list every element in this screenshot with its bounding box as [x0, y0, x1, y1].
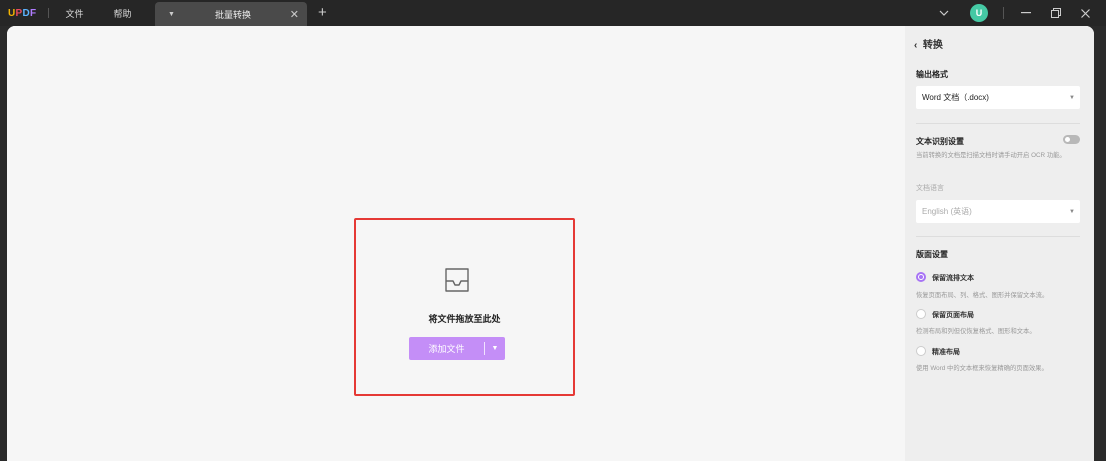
output-format-value: Word 文档（.docx) [922, 93, 989, 102]
close-icon[interactable]: ✕ [290, 8, 299, 21]
drop-zone-highlight[interactable]: 将文件拖放至此处 添加文件 ▼ [354, 218, 575, 396]
drop-area[interactable]: 将文件拖放至此处 添加文件 ▼ [7, 26, 905, 461]
output-format-label: 输出格式 [916, 70, 948, 79]
layout-option-desc: 恢复页面布局、列、格式、图形并保留文本流。 [916, 292, 1049, 299]
layout-settings-label: 版面设置 [916, 250, 948, 259]
document-language-select[interactable]: English (英语) ▼ [916, 200, 1080, 223]
divider [916, 236, 1080, 237]
chevron-left-icon: ‹ [914, 40, 918, 51]
layout-option-desc: 使用 Word 中的文本框来恢复精确的页面效果。 [916, 365, 1048, 372]
minimize-icon[interactable] [1016, 0, 1036, 26]
tab-batch-convert[interactable]: ▼ 批量转换 ✕ [155, 2, 307, 26]
divider [916, 123, 1080, 124]
convert-settings-panel: ‹ 转换 输出格式 Word 文档（.docx) ▼ 文本识别设置 当前转换的文… [905, 26, 1094, 461]
document-language-value: English (英语) [922, 207, 972, 216]
restore-icon[interactable] [1046, 0, 1066, 26]
tab-title: 批量转换 [215, 9, 252, 20]
add-file-button[interactable]: 添加文件 ▼ [409, 337, 505, 360]
menu-help[interactable]: 帮助 [113, 7, 131, 20]
menu-file[interactable]: 文件 [65, 7, 83, 20]
ocr-toggle[interactable] [1063, 135, 1080, 144]
inbox-tray-icon [442, 266, 472, 294]
avatar[interactable]: U [970, 4, 988, 22]
main-frame: 将文件拖放至此处 添加文件 ▼ ‹ 转换 输出格式 Word 文档（.docx)… [7, 26, 1094, 461]
panel-title: 转换 [922, 40, 943, 51]
drop-instructions: 将文件拖放至此处 [428, 314, 501, 324]
chevron-down-icon: ▼ [1069, 208, 1075, 215]
app-logo: UPDF [8, 7, 37, 19]
chevron-down-icon[interactable]: ▼ [485, 345, 505, 352]
chevron-down-icon[interactable] [934, 0, 954, 26]
layout-option-label[interactable]: 保留流排文本 [932, 273, 974, 283]
layout-radio-flow-text[interactable] [916, 272, 926, 282]
chevron-down-icon: ▼ [1069, 94, 1075, 101]
layout-option-desc: 检测布局和列但仅恢复格式、图形和文本。 [916, 328, 1036, 335]
plus-icon[interactable]: + [318, 4, 327, 21]
layout-radio-exact[interactable] [916, 346, 926, 356]
tab-menu-icon[interactable]: ▼ [168, 11, 175, 18]
window-divider [1000, 0, 1006, 26]
document-language-label: 文档语言 [916, 185, 944, 192]
layout-radio-page-layout[interactable] [916, 309, 926, 319]
layout-option-label[interactable]: 精准布局 [932, 347, 960, 357]
output-format-select[interactable]: Word 文档（.docx) ▼ [916, 86, 1080, 109]
close-icon[interactable] [1075, 0, 1095, 26]
layout-option-label[interactable]: 保留页面布局 [932, 310, 974, 320]
ocr-description: 当前转换的文档是扫描文档时请手动开启 OCR 功能。 [916, 152, 1066, 159]
ocr-settings-label: 文本识别设置 [916, 137, 964, 146]
back-button[interactable]: ‹ 转换 [914, 36, 943, 51]
title-divider [48, 8, 50, 18]
add-file-label: 添加文件 [428, 344, 465, 354]
